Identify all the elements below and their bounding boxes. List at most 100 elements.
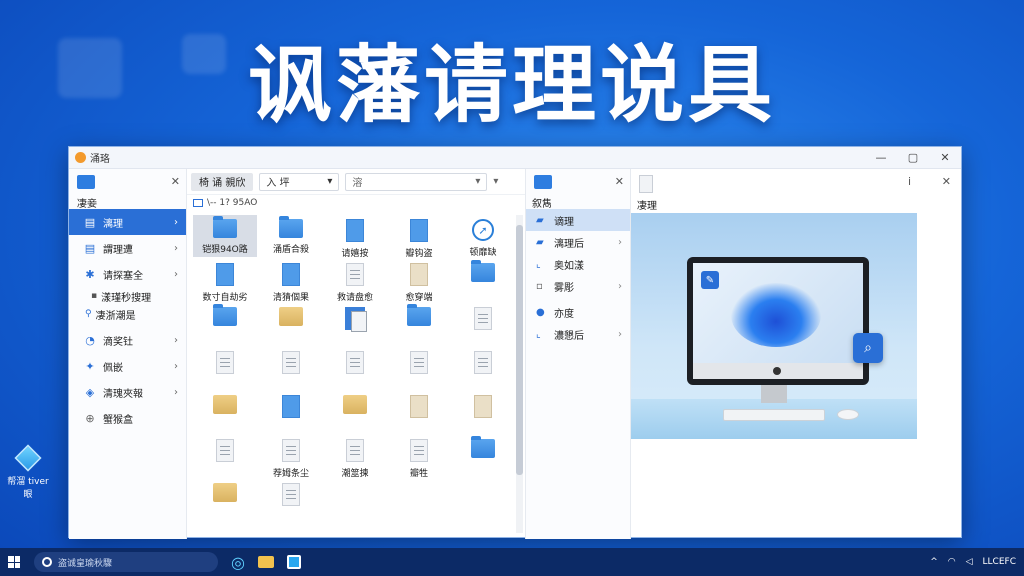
desktop-shortcut[interactable]: 帮溜 tiver 眼 bbox=[6, 444, 50, 500]
taskbar-search[interactable]: 盗诚皇瑜秋驟 bbox=[34, 552, 218, 572]
secondary-nav-close-icon[interactable]: ✕ bbox=[615, 175, 624, 188]
file-item[interactable] bbox=[451, 347, 515, 389]
sidebar-item-label: 謂理遭 bbox=[103, 244, 133, 256]
file-item[interactable] bbox=[193, 435, 257, 477]
plus-icon: ⊕ bbox=[85, 411, 95, 425]
file-item[interactable]: ➚ 顿靡缺 bbox=[451, 215, 515, 258]
refresh-icon[interactable]: ▾ bbox=[493, 176, 498, 187]
network-icon[interactable]: ◠ bbox=[948, 557, 956, 567]
file-item[interactable] bbox=[451, 391, 515, 433]
left-sidebar: 凄妾 ✕ ▤ 漓理 › ▤ 謂理遭 › ✱ 请探塞全 › ▪ 漾瑾秒搜理 ⚲ 凄… bbox=[69, 169, 187, 539]
document-icon bbox=[346, 263, 364, 286]
file-item[interactable]: 愈穿端 bbox=[387, 259, 451, 303]
nav2-item-5[interactable]: ⌞ 濃懇后 › bbox=[526, 323, 630, 345]
tray-clock[interactable]: LLCEFC bbox=[983, 557, 1016, 567]
file-item[interactable] bbox=[387, 391, 451, 433]
chevron-right-icon: › bbox=[174, 242, 178, 254]
folder-icon bbox=[213, 483, 237, 502]
sort-dropdown[interactable]: 入 坪 ▾ bbox=[259, 172, 340, 191]
file-item[interactable] bbox=[193, 479, 257, 521]
sidebar-item-2[interactable]: ✱ 请探塞全 › bbox=[69, 261, 186, 287]
folder-icon bbox=[213, 304, 237, 326]
file-list-pane: 椅 诵 親欣 入 坪 ▾ 溶 ▾ ▾ \-- 1? 95AO 铠狠94O路 涌盾合… bbox=[187, 169, 525, 539]
store-icon[interactable] bbox=[280, 548, 308, 576]
file-item[interactable]: 数寸自劫劣 bbox=[193, 259, 257, 303]
cube-icon bbox=[14, 444, 42, 472]
minimize-button[interactable]: — bbox=[865, 147, 897, 169]
document-icon bbox=[282, 395, 300, 418]
file-item[interactable]: 潮筮揀 bbox=[323, 435, 387, 479]
address-bar[interactable]: \-- 1? 95AO bbox=[187, 195, 525, 211]
search-input[interactable]: 溶 ▾ bbox=[345, 172, 488, 191]
file-item[interactable] bbox=[323, 303, 387, 345]
sidebar-item-label: 请探塞全 bbox=[103, 270, 143, 282]
monitor-image: ✎ bbox=[687, 257, 869, 385]
file-item[interactable] bbox=[451, 259, 515, 301]
file-item[interactable] bbox=[193, 347, 257, 389]
document-icon bbox=[216, 351, 234, 374]
close-button[interactable]: ✕ bbox=[929, 147, 961, 169]
sort-dropdown-value: 入 坪 bbox=[266, 178, 290, 189]
scrollbar-thumb[interactable] bbox=[516, 225, 523, 475]
document-icon bbox=[410, 395, 428, 418]
file-item[interactable] bbox=[259, 391, 323, 433]
file-item[interactable] bbox=[259, 347, 323, 389]
sidebar-item-0[interactable]: ▤ 漓理 › bbox=[69, 209, 186, 235]
document-icon bbox=[282, 351, 300, 374]
file-item[interactable]: 救请盘愈 bbox=[323, 259, 387, 303]
sidebar-item-6[interactable]: ⊕ 蟹猴盒 bbox=[69, 405, 186, 431]
file-item[interactable] bbox=[259, 479, 323, 521]
view-tab[interactable]: 椅 诵 親欣 bbox=[191, 172, 254, 191]
file-item[interactable]: 清猜個果 bbox=[259, 259, 323, 303]
chevron-up-icon[interactable]: ^ bbox=[930, 557, 938, 567]
file-item[interactable] bbox=[323, 391, 387, 433]
folder-icon bbox=[407, 304, 431, 326]
nav2-item-3[interactable]: ▫ 雾彫 › bbox=[526, 275, 630, 297]
document-icon bbox=[216, 439, 234, 462]
nav2-item-2[interactable]: ⌞ 奥如漾 bbox=[526, 253, 630, 275]
file-item[interactable]: 瓣钩盗 bbox=[387, 215, 451, 259]
file-item[interactable]: 铠狠94O路 bbox=[193, 215, 257, 257]
nav2-item-label: 谪理 bbox=[554, 216, 574, 228]
window-title: 涌珞 bbox=[90, 154, 110, 165]
info-icon[interactable]: i bbox=[908, 175, 911, 188]
folder-icon: ▰ bbox=[536, 214, 544, 226]
volume-icon[interactable]: ◁ bbox=[966, 557, 973, 567]
nav2-item-0[interactable]: ▰ 谪理 bbox=[526, 209, 630, 231]
file-item[interactable]: 荐姆条尘 bbox=[259, 435, 323, 479]
sidebar-item-label: 蟹猴盒 bbox=[103, 414, 133, 426]
file-item[interactable] bbox=[451, 435, 515, 477]
file-item[interactable]: 涌盾合殺 bbox=[259, 215, 323, 257]
sidebar-item-4[interactable]: ✦ 佩嵌 › bbox=[69, 353, 186, 379]
document-icon bbox=[282, 439, 300, 462]
file-item[interactable] bbox=[451, 303, 515, 345]
file-item[interactable] bbox=[387, 303, 451, 345]
sidebar-close-icon[interactable]: ✕ bbox=[171, 175, 180, 188]
preview-close-icon[interactable]: ✕ bbox=[942, 175, 951, 188]
file-item[interactable] bbox=[193, 303, 257, 345]
nav2-item-label: 濃懇后 bbox=[554, 330, 584, 342]
vertical-scrollbar[interactable] bbox=[516, 215, 523, 533]
sidebar-item-label: 佩嵌 bbox=[103, 362, 123, 374]
nav2-item-4[interactable]: ● 亦度 bbox=[526, 301, 630, 323]
file-explorer-icon[interactable] bbox=[252, 548, 280, 576]
sidebar-subitem-0[interactable]: ▪ 漾瑾秒搜理 bbox=[69, 287, 186, 305]
edge-icon[interactable]: ◎ bbox=[224, 548, 252, 576]
sidebar-item-3[interactable]: ◔ 滴奖钍 › bbox=[69, 327, 186, 353]
maximize-button[interactable]: ▢ bbox=[897, 147, 929, 169]
sidebar-item-1[interactable]: ▤ 謂理遭 › bbox=[69, 235, 186, 261]
file-item[interactable] bbox=[193, 391, 257, 433]
square-icon: ▪ bbox=[91, 291, 98, 301]
file-item[interactable]: 瓣牲 bbox=[387, 435, 451, 479]
mouse-image bbox=[837, 409, 859, 420]
file-item[interactable] bbox=[259, 303, 323, 345]
file-item[interactable] bbox=[387, 347, 451, 389]
sidebar-item-5[interactable]: ◈ 清瑰夾報 › bbox=[69, 379, 186, 405]
sidebar-subitem-1[interactable]: ⚲ 凄浙潮是 bbox=[69, 305, 186, 323]
file-item[interactable]: 请嬉按 bbox=[323, 215, 387, 259]
folder-icon bbox=[213, 216, 237, 238]
nav2-item-1[interactable]: ▰ 漓理后 › bbox=[526, 231, 630, 253]
start-button[interactable] bbox=[0, 548, 28, 576]
toolbar: 椅 诵 親欣 入 坪 ▾ 溶 ▾ ▾ bbox=[187, 169, 525, 195]
file-item[interactable] bbox=[323, 347, 387, 389]
